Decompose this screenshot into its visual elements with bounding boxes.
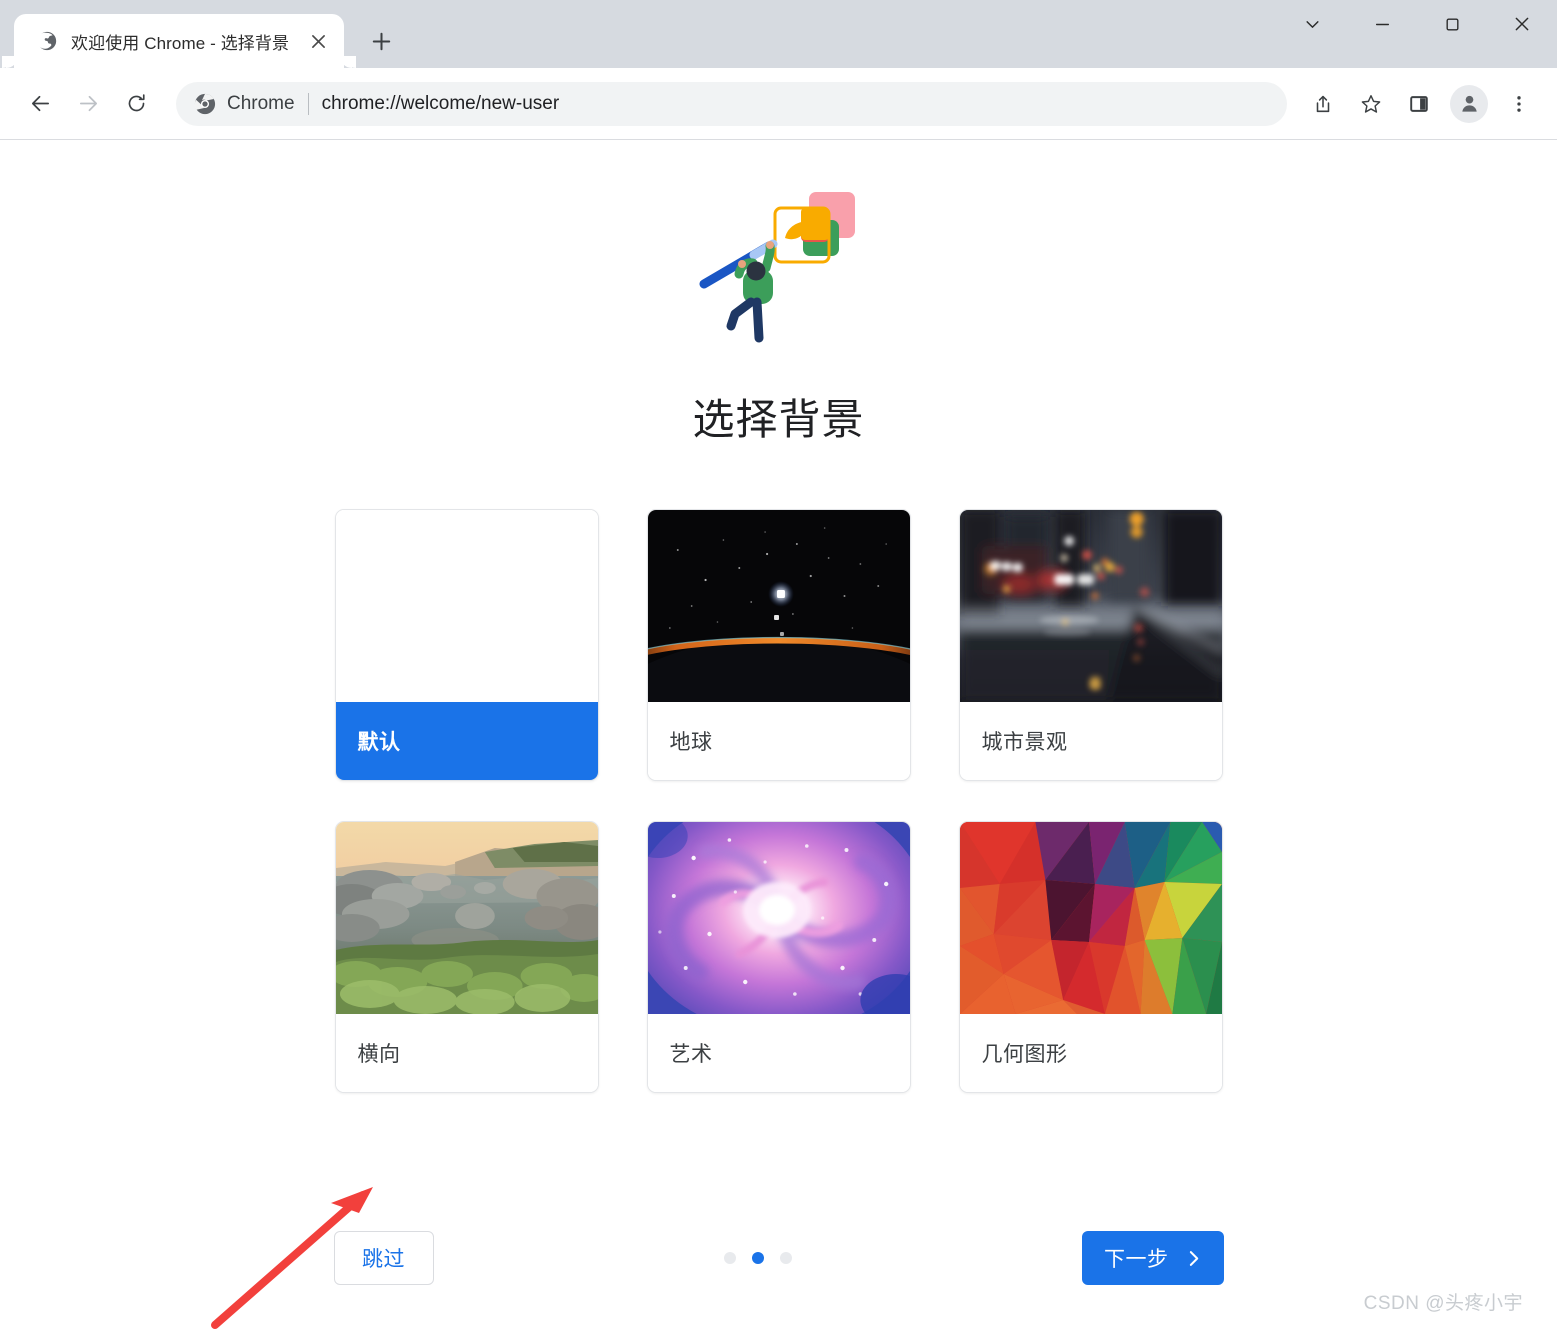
csdn-watermark: CSDN @头疼小宇 <box>1363 1293 1523 1314</box>
arrow-left-icon <box>31 95 49 112</box>
back-button[interactable] <box>18 82 62 126</box>
minimize-icon <box>1375 23 1389 25</box>
page-dot-2[interactable] <box>751 1252 764 1264</box>
chevron-right-icon <box>1189 1250 1198 1266</box>
omnibox-chrome-badge: Chrome <box>194 93 295 115</box>
maximize-button[interactable] <box>1417 0 1487 48</box>
background-card-grid: 默认 地球 城市景观 横向 艺术 几何图形 <box>334 509 1224 1093</box>
omnibox-url-text: chrome://welcome/new-user <box>321 92 560 114</box>
card-label: 艺术 <box>647 1014 910 1092</box>
address-bar[interactable]: Chrome chrome://welcome/new-user <box>176 81 1287 126</box>
next-button[interactable]: 下一步 <box>1082 1231 1224 1285</box>
background-card-art[interactable]: 艺术 <box>646 821 911 1093</box>
background-card-default[interactable]: 默认 <box>334 509 599 781</box>
share-icon[interactable] <box>1301 82 1345 126</box>
plus-icon <box>372 32 390 50</box>
background-card-cityscape[interactable]: 城市景观 <box>958 509 1223 781</box>
thumbnail-blank-white <box>335 510 598 702</box>
thumbnail-city-rainy-night <box>959 510 1222 702</box>
star-icon[interactable] <box>1349 82 1393 126</box>
three-dot-menu-icon[interactable] <box>1497 82 1541 126</box>
card-label: 城市景观 <box>959 702 1222 780</box>
browser-window: 欢迎使用 Chrome - 选择背景 Chrome chrome://welco… <box>0 0 1557 1329</box>
arrow-right-icon <box>79 95 97 112</box>
page-dot-1[interactable] <box>723 1252 736 1264</box>
tab-search-button[interactable] <box>1277 0 1347 48</box>
page-dot-3[interactable] <box>779 1252 792 1264</box>
thumbnail-low-poly-triangles <box>959 822 1222 1014</box>
footer-actions: 跳过 下一步 <box>333 1231 1224 1285</box>
globe-icon <box>36 30 58 52</box>
minimize-button[interactable] <box>1347 0 1417 48</box>
page-title: 选择背景 <box>692 396 865 443</box>
card-label: 横向 <box>335 1014 598 1092</box>
background-card-earth[interactable]: 地球 <box>646 509 911 781</box>
thumbnail-earth-space <box>647 510 910 702</box>
card-label: 默认 <box>335 702 598 780</box>
close-icon[interactable] <box>304 27 332 55</box>
maximize-icon <box>1445 17 1459 31</box>
close-icon <box>1515 17 1529 31</box>
background-card-geometric[interactable]: 几何图形 <box>958 821 1223 1093</box>
reload-icon <box>128 94 145 112</box>
next-button-label: 下一步 <box>1104 1248 1169 1271</box>
card-label: 地球 <box>647 702 910 780</box>
window-controls <box>1277 0 1557 48</box>
omnibox-divider <box>307 92 309 115</box>
card-label: 几何图形 <box>959 1014 1222 1092</box>
forward-button[interactable] <box>66 82 110 126</box>
page-indicator <box>723 1252 792 1264</box>
omnibox-badge-label: Chrome <box>227 92 295 114</box>
skip-button[interactable]: 跳过 <box>333 1231 434 1285</box>
side-panel-icon[interactable] <box>1397 82 1441 126</box>
thumbnail-spiral-galaxy <box>647 822 910 1014</box>
tab-strip: 欢迎使用 Chrome - 选择背景 <box>0 0 1557 68</box>
thumbnail-coastal-landscape <box>335 822 598 1014</box>
browser-tab[interactable]: 欢迎使用 Chrome - 选择背景 <box>2 14 356 68</box>
close-window-button[interactable] <box>1487 0 1557 48</box>
chrome-logo-icon <box>194 93 216 115</box>
new-tab-button[interactable] <box>360 20 402 62</box>
browser-toolbar: Chrome chrome://welcome/new-user <box>0 68 1557 140</box>
avatar[interactable] <box>1450 84 1488 123</box>
reload-button[interactable] <box>114 82 158 126</box>
background-card-landscape[interactable]: 横向 <box>334 821 599 1093</box>
welcome-page: 选择背景 默认 地球 城市景观 横向 艺术 几何图形 跳过 下一步 CSDN @… <box>0 140 1557 1329</box>
chevron-down-icon <box>1305 20 1319 28</box>
person-painting-illustration <box>0 140 1557 346</box>
tab-title: 欢迎使用 Chrome - 选择背景 <box>71 33 290 53</box>
person-avatar-icon <box>1461 95 1477 112</box>
